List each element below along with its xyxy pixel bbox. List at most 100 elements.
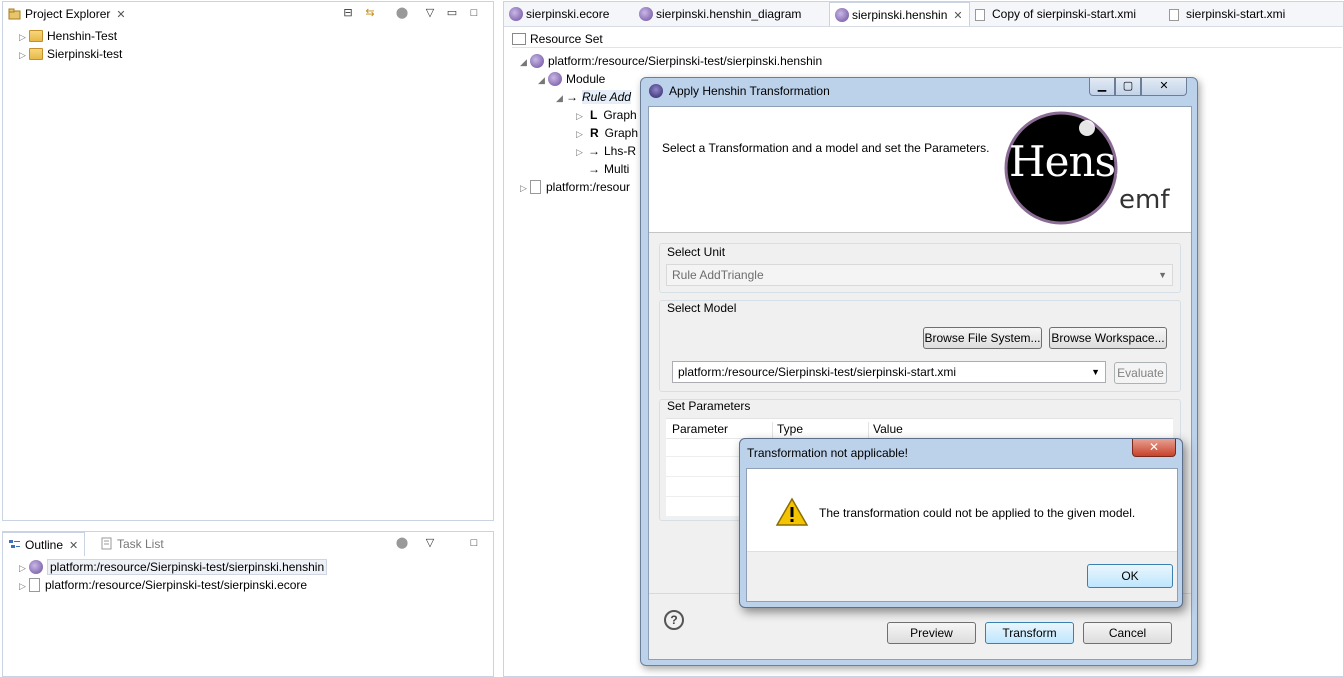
lhs-icon: L: [590, 108, 598, 122]
outline-tabbar: Outline ✕ Task List ⬤ ▽ □: [3, 532, 493, 556]
henshin-file-icon: [509, 7, 523, 21]
file-icon: [29, 578, 40, 592]
tab-editor-active[interactable]: sierpinski.henshin ✕: [829, 2, 970, 26]
tab-project-explorer[interactable]: Project Explorer ✕: [3, 2, 132, 26]
select-unit-value: Rule AddTriangle: [672, 268, 764, 282]
logo-sub: emf: [1119, 185, 1170, 215]
maximize-icon[interactable]: □: [467, 536, 481, 550]
link-editor-icon[interactable]: ⇆: [363, 6, 377, 20]
tab-project-explorer-label: Project Explorer: [25, 7, 111, 21]
model-combo[interactable]: platform:/resource/Sierpinski-test/sierp…: [672, 361, 1106, 383]
tree-item-label: Multi: [604, 162, 630, 176]
henshin-file-icon: [530, 54, 544, 68]
tree-item-resource[interactable]: ◢ platform:/resource/Sierpinski-test/sier…: [520, 52, 822, 70]
outline-item[interactable]: ▷ platform:/resource/Sierpinski-test/sier…: [19, 558, 328, 577]
preview-button[interactable]: Preview: [887, 622, 976, 644]
tree-item-rule[interactable]: ◢ → Rule Add: [556, 88, 631, 106]
select-unit-combo[interactable]: Rule AddTriangle ▼: [666, 264, 1173, 286]
tree-item-label: Henshin-Test: [47, 29, 118, 43]
select-model-label: Select Model: [667, 301, 737, 315]
tree-item-project[interactable]: ▷ Sierpinski-test: [19, 45, 122, 63]
transform-button[interactable]: Transform: [985, 622, 1074, 644]
file-icon: [530, 180, 541, 194]
resource-set-icon: [512, 33, 526, 45]
column-header-value[interactable]: Value: [868, 422, 966, 438]
expand-arrow-icon[interactable]: ▷: [19, 577, 29, 595]
view-options-icon[interactable]: ⬤: [395, 6, 409, 20]
expand-arrow-icon[interactable]: ▷: [520, 179, 530, 197]
tab-editor[interactable]: Copy of sierpinski-start.xmi: [970, 2, 1142, 26]
tree-item-multi[interactable]: → Multi: [576, 160, 629, 178]
tab-task-list[interactable]: Task List: [95, 532, 170, 556]
column-header-parameter[interactable]: Parameter: [672, 422, 766, 436]
close-button[interactable]: ✕: [1141, 78, 1187, 96]
tree-item-label: Rule Add: [582, 90, 631, 104]
tab-editor[interactable]: sierpinski.ecore: [504, 2, 615, 26]
expand-arrow-icon[interactable]: ▷: [576, 125, 586, 143]
column-header-type[interactable]: Type: [772, 422, 866, 438]
view-menu-icon[interactable]: ▽: [423, 536, 437, 550]
minimize-icon[interactable]: ▭: [445, 6, 459, 20]
dialog-title: Apply Henshin Transformation: [669, 84, 830, 98]
project-folder-icon: [29, 48, 43, 60]
collapse-arrow-icon[interactable]: ◢: [538, 71, 548, 89]
rhs-icon: R: [590, 126, 599, 140]
help-icon[interactable]: ?: [664, 610, 684, 630]
expand-arrow-icon[interactable]: ▷: [19, 28, 29, 46]
view-menu-icon[interactable]: ▽: [423, 6, 437, 20]
maximize-button[interactable]: ▢: [1115, 78, 1141, 96]
tab-editor[interactable]: sierpinski.henshin_diagram: [634, 2, 807, 26]
evaluate-button[interactable]: Evaluate: [1114, 362, 1167, 384]
warning-icon: [775, 497, 809, 526]
tree-item-mapping[interactable]: ▷ → Lhs-R: [576, 142, 636, 160]
cancel-button[interactable]: Cancel: [1083, 622, 1172, 644]
collapse-arrow-icon[interactable]: ◢: [520, 53, 530, 71]
chevron-down-icon: ▼: [1091, 367, 1100, 377]
outline-icon: [8, 538, 21, 551]
tab-editor[interactable]: sierpinski-start.xmi: [1164, 2, 1291, 26]
close-button[interactable]: ✕: [1132, 439, 1176, 457]
project-explorer-view: Project Explorer ✕ ⊟ ⇆ ⬤ ▽ ▭ □ ▷ Henshin-T…: [2, 1, 494, 521]
close-icon[interactable]: ✕: [69, 540, 78, 552]
tree-item-label: Lhs-R: [604, 144, 637, 158]
file-icon: [1169, 7, 1182, 21]
tree-item-label: Graph: [604, 126, 639, 140]
expand-arrow-icon[interactable]: ▷: [576, 107, 586, 125]
outline-item[interactable]: ▷ platform:/resource/Sierpinski-test/sier…: [19, 576, 307, 594]
browse-workspace-button[interactable]: Browse Workspace...: [1049, 327, 1167, 349]
set-parameters-label: Set Parameters: [667, 399, 751, 413]
expand-arrow-icon[interactable]: ▷: [576, 143, 586, 161]
project-explorer-icon: [8, 7, 21, 20]
expand-arrow-icon[interactable]: ▷: [19, 559, 29, 577]
message-body: The transformation could not be applied …: [746, 468, 1178, 602]
tree-item-resource[interactable]: ▷ platform:/resour: [520, 178, 630, 196]
dialog-banner: Select a Transformation and a model and …: [649, 107, 1191, 233]
collapse-all-icon[interactable]: ⊟: [341, 6, 355, 20]
minimize-button[interactable]: ▁: [1089, 78, 1115, 96]
tree-item-graph[interactable]: ▷ R Graph: [576, 124, 638, 142]
dialog-description: Select a Transformation and a model and …: [662, 141, 990, 155]
tree-item-label: platform:/resource/Sierpinski-test/sierp…: [548, 54, 823, 68]
maximize-icon[interactable]: □: [467, 6, 481, 20]
resource-set-header: Resource Set: [512, 30, 1342, 48]
project-explorer-tabbar: Project Explorer ✕ ⊟ ⇆ ⬤ ▽ ▭ □: [3, 2, 493, 26]
tree-item-label: platform:/resour: [546, 180, 631, 194]
tree-item-project[interactable]: ▷ Henshin-Test: [19, 27, 117, 45]
ok-button[interactable]: OK: [1087, 564, 1173, 588]
tab-editor-label: sierpinski.henshin: [852, 8, 948, 22]
tree-item-module[interactable]: ◢ Module: [538, 70, 605, 88]
tree-item-label: Graph: [603, 108, 637, 122]
resource-set-label: Resource Set: [530, 32, 603, 46]
collapse-arrow-icon[interactable]: ◢: [556, 89, 566, 107]
tab-task-list-label: Task List: [117, 537, 164, 551]
tab-outline-label: Outline: [25, 538, 64, 552]
tree-item-label: Module: [566, 72, 606, 86]
tree-item-graph[interactable]: ▷ L Graph: [576, 106, 637, 124]
expand-arrow-icon[interactable]: ▷: [19, 46, 29, 64]
view-options-icon[interactable]: ⬤: [395, 536, 409, 550]
browse-file-system-button[interactable]: Browse File System...: [923, 327, 1042, 349]
close-icon[interactable]: ✕: [953, 10, 962, 22]
model-value: platform:/resource/Sierpinski-test/sierp…: [678, 365, 957, 379]
close-icon[interactable]: ✕: [116, 9, 125, 21]
tab-outline[interactable]: Outline ✕: [3, 532, 86, 556]
